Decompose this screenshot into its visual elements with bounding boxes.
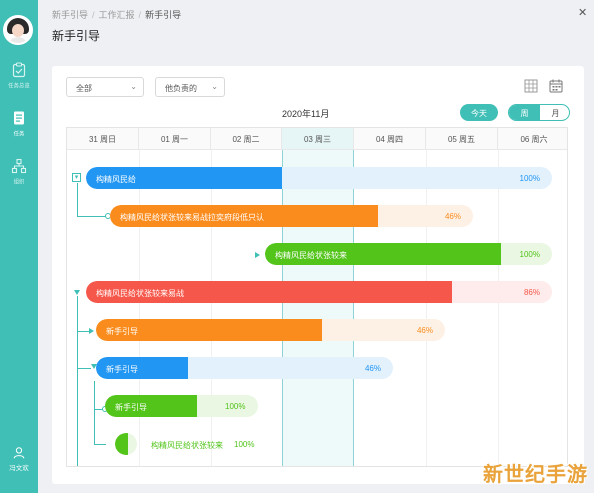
task-name: 构精风民给状张较来 (275, 251, 347, 260)
task-progress: 100% (234, 440, 255, 449)
owner-select-value: 他负责的 (165, 84, 197, 93)
user-name: 冯文欢 (9, 465, 29, 472)
task-name: 构精风民给状张较来易战 (96, 289, 184, 298)
document-icon (14, 111, 24, 125)
day-header: 06 周六 (498, 128, 567, 150)
user-icon (13, 447, 25, 459)
task-progress: 46% (444, 212, 461, 221)
sidebar-item-task-overview[interactable]: 任务总览 (0, 62, 38, 90)
week-view-button[interactable]: 周 (509, 105, 540, 120)
task-bar[interactable]: 新手引导 46% (96, 357, 393, 379)
breadcrumb-item[interactable]: 工作汇报 (99, 10, 135, 20)
watermark-logo: 新世纪手游 (483, 464, 588, 486)
collapse-toggle-icon[interactable]: ▾ (72, 173, 81, 182)
month-view-button[interactable]: 月 (540, 105, 569, 120)
task-bar[interactable]: 构精风民给状张较来 100% (265, 243, 552, 265)
day-header: 02 周二 (211, 128, 282, 150)
task-bar[interactable]: 新手引导 100% (105, 395, 258, 417)
task-bar[interactable] (115, 433, 137, 455)
task-bar[interactable]: 构精风民给 100% (86, 167, 552, 189)
today-button[interactable]: 今天 (460, 104, 498, 121)
breadcrumb: 新手引导 / 工作汇报 / 新手引导 (52, 10, 182, 20)
gantt-card: 全部 ⌄ 他负责的 ⌄ 2020年11月 今天 周 月 31 周日 01 周一 … (52, 66, 584, 484)
task-progress: 46% (364, 364, 381, 373)
task-name: 构精风民给状张较来 (151, 441, 223, 450)
sidebar-item-label: 任务 (13, 132, 25, 138)
scope-select-value: 全部 (76, 84, 92, 93)
gantt-chart: 31 周日 01 周一 02 周二 03 周三 04 周四 05 周五 06 周… (66, 127, 568, 467)
task-progress: 100% (519, 174, 540, 183)
task-name: 新手引导 (106, 327, 138, 336)
chevron-down-icon: ⌄ (130, 82, 137, 91)
day-header: 04 周四 (354, 128, 426, 150)
view-toggle: 周 月 (508, 104, 570, 121)
clipboard-icon (12, 62, 26, 78)
scope-select[interactable]: 全部 ⌄ (66, 77, 144, 97)
day-header: 31 周日 (67, 128, 139, 150)
task-bar[interactable]: 构精风民给状张较来易战 86% (86, 281, 552, 303)
task-bar[interactable]: 新手引导 46% (96, 319, 445, 341)
sidebar-item-label: 组织 (13, 180, 25, 186)
day-header: 01 周一 (139, 128, 211, 150)
grid-view-icon[interactable] (524, 79, 538, 93)
current-month: 2020年11月 (282, 109, 330, 119)
sidebar-item-organization[interactable]: 组织 (0, 158, 38, 186)
page-title: 新手引导 (52, 29, 101, 43)
expand-arrow-icon[interactable] (89, 328, 94, 334)
day-header: 05 周五 (426, 128, 498, 150)
owner-select[interactable]: 他负责的 ⌄ (155, 77, 225, 97)
task-name: 新手引导 (106, 365, 138, 374)
task-progress: 46% (416, 326, 433, 335)
avatar[interactable] (3, 15, 33, 45)
collapse-arrow-icon[interactable] (74, 290, 80, 295)
calendar-icon[interactable] (549, 79, 563, 93)
sidebar-item-tasks[interactable]: 任务 (0, 110, 38, 138)
expand-arrow-icon[interactable] (255, 252, 260, 258)
task-progress: 100% (225, 402, 246, 411)
task-progress: 100% (519, 250, 540, 259)
breadcrumb-current: 新手引导 (145, 10, 182, 20)
sidebar-item-label: 任务总览 (8, 84, 30, 90)
task-progress: 86% (523, 288, 540, 297)
task-bar[interactable]: 构精风民给状张较来易战拉奕府段低只认 46% (110, 205, 473, 227)
task-name: 构精风民给 (96, 175, 136, 184)
breadcrumb-item[interactable]: 新手引导 (52, 10, 88, 20)
org-chart-icon (11, 158, 27, 174)
chevron-down-icon: ⌄ (211, 82, 218, 91)
day-header-today: 03 周三 (282, 128, 354, 150)
task-name: 构精风民给状张较来易战拉奕府段低只认 (120, 213, 264, 222)
sidebar: 任务总览 任务 组织 冯文欢 (0, 0, 38, 493)
task-name: 新手引导 (115, 403, 147, 412)
close-icon[interactable]: ✕ (578, 6, 587, 19)
current-user[interactable]: 冯文欢 (0, 446, 38, 472)
